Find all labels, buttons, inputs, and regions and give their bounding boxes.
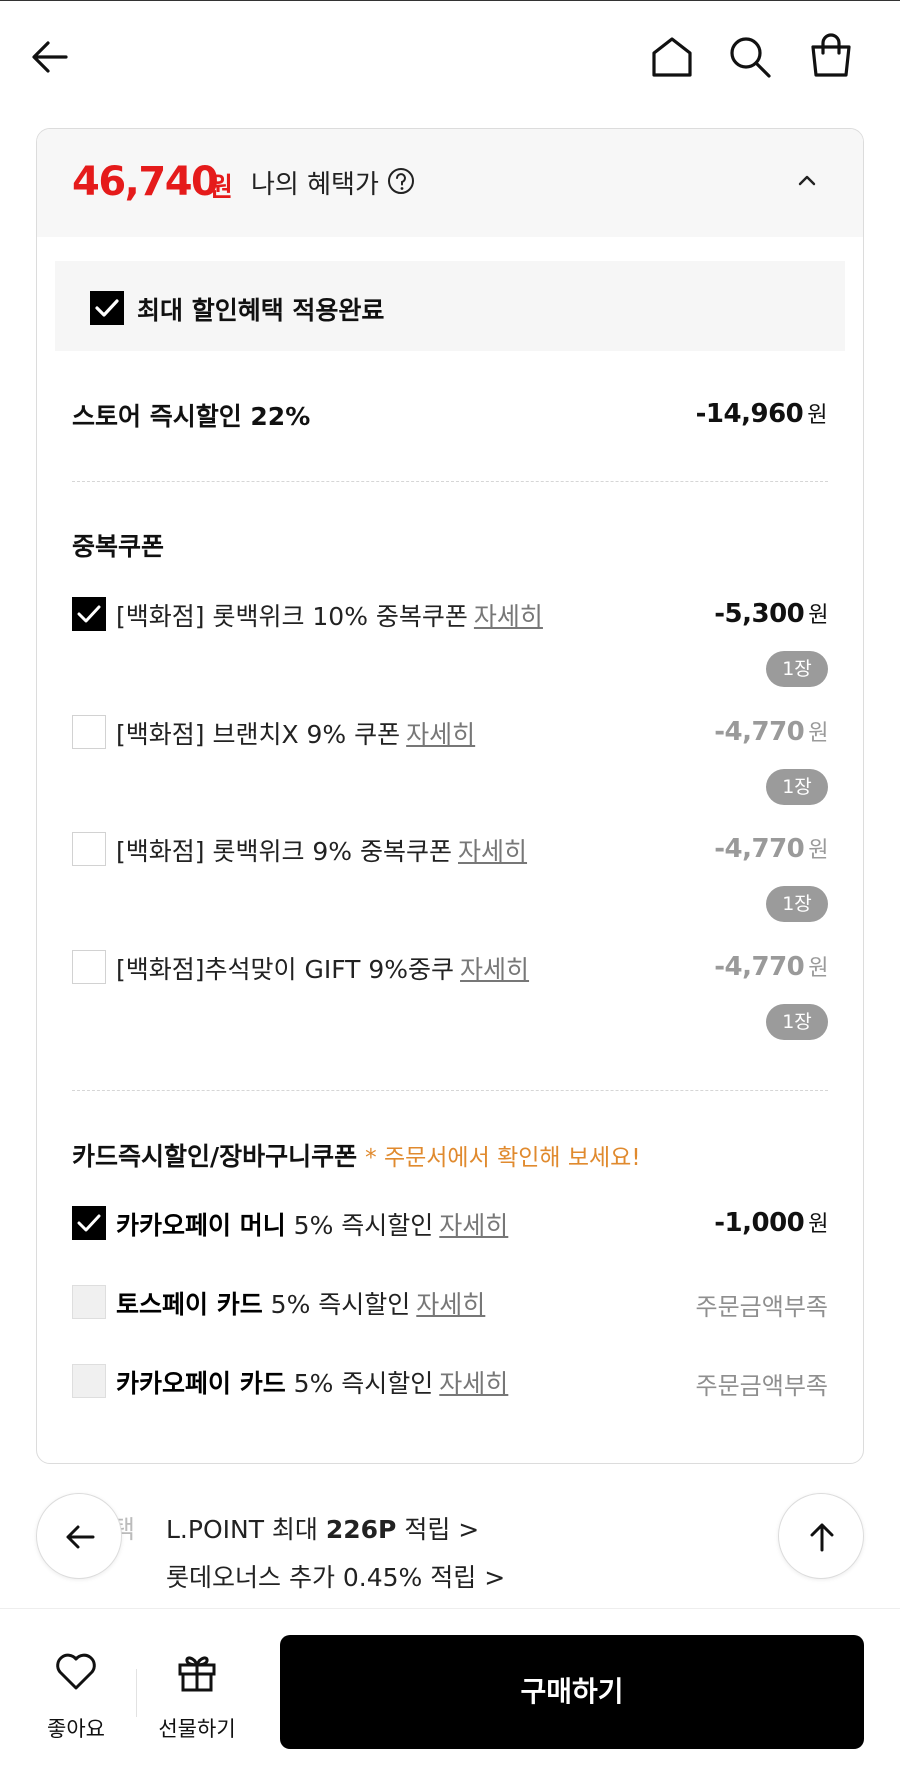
coupon-row[interactable]: [백화점] 브랜치X 9% 쿠폰 자세히 -4,770 원 1장 bbox=[72, 713, 828, 805]
gift-button[interactable]: 선물하기 bbox=[152, 1651, 242, 1751]
benefit-price-unit: 원 bbox=[209, 173, 233, 203]
lpoint-earn-link[interactable]: L.POINT 최대 226P 적립 > bbox=[166, 1510, 479, 1546]
coupon-checkbox[interactable] bbox=[72, 832, 106, 866]
card-discount-row[interactable]: 카카오페이 머니 5% 즉시할인 자세히 -1,000 원 bbox=[72, 1204, 828, 1244]
benefit-detail-card: 46,740 원 나의 혜택가 최대 할인혜택 적용완료 스토어 즉시할인 22… bbox=[36, 128, 864, 1464]
card-discount-row: 카카오페이 카드 5% 즉시할인 자세히 주문금액부족 bbox=[72, 1362, 828, 1402]
chevron-up-icon[interactable] bbox=[797, 173, 817, 187]
scroll-to-top-button[interactable] bbox=[778, 1493, 864, 1579]
coupon-count-badge: 1장 bbox=[766, 1004, 828, 1040]
coupon-amount: -4,770 원 bbox=[714, 952, 828, 982]
check-icon bbox=[77, 605, 101, 623]
coupon-name: [백화점] 롯백위크 10% 중복쿠폰 자세히 bbox=[116, 602, 543, 631]
order-check-note: * 주문서에서 확인해 보세요! bbox=[365, 1145, 641, 1171]
duplicate-coupon-title: 중복쿠폰 bbox=[72, 532, 165, 561]
bottom-action-bar: 좋아요 선물하기 구매하기 bbox=[0, 1608, 900, 1775]
coupon-amount: -4,770 원 bbox=[714, 834, 828, 864]
card-discount-title: 카드즉시할인/장바구니쿠폰 * 주문서에서 확인해 보세요! bbox=[72, 1142, 641, 1171]
coupon-row[interactable]: [백화점]추석맞이 GIFT 9%중쿠 자세히 -4,770 원 1장 bbox=[72, 948, 828, 1040]
section-divider bbox=[72, 1090, 828, 1091]
lotte-plus-earn-link[interactable]: 롯데오너스 추가 0.45% 적립 > bbox=[166, 1558, 505, 1594]
max-discount-applied-box: 최대 할인혜택 적용완료 bbox=[55, 261, 845, 351]
help-icon[interactable] bbox=[387, 167, 415, 195]
insufficient-amount-status: 주문금액부족 bbox=[695, 1293, 828, 1321]
coupon-detail-link[interactable]: 자세히 bbox=[458, 837, 527, 866]
card-discount-name: 카카오페이 머니 5% 즉시할인 자세히 bbox=[116, 1211, 509, 1240]
shopping-bag-icon[interactable] bbox=[808, 33, 854, 79]
benefit-price-label: 나의 혜택가 bbox=[251, 170, 379, 200]
coupon-row[interactable]: [백화점] 롯백위크 10% 중복쿠폰 자세히 -5,300 원 1장 bbox=[72, 595, 828, 687]
coupon-count-badge: 1장 bbox=[766, 769, 828, 805]
section-divider bbox=[72, 481, 828, 482]
benefit-price: 46,740 bbox=[72, 159, 219, 205]
card-discount-row: 토스페이 카드 5% 즉시할인 자세히 주문금액부족 bbox=[72, 1283, 828, 1323]
coupon-checkbox[interactable] bbox=[72, 950, 106, 984]
store-discount-label: 스토어 즉시할인 22% bbox=[72, 402, 311, 431]
card-discount-checkbox-disabled bbox=[72, 1364, 106, 1398]
gift-label: 선물하기 bbox=[158, 1717, 236, 1741]
home-icon[interactable] bbox=[650, 35, 694, 79]
coupon-name: [백화점] 롯백위크 9% 중복쿠폰 자세히 bbox=[116, 837, 528, 866]
card-discount-name: 토스페이 카드 5% 즉시할인 자세히 bbox=[116, 1290, 486, 1319]
coupon-amount: -5,300 원 bbox=[714, 599, 828, 629]
coupon-name: [백화점]추석맞이 GIFT 9%중쿠 자세히 bbox=[116, 955, 530, 984]
coupon-row[interactable]: [백화점] 롯백위크 9% 중복쿠폰 자세히 -4,770 원 1장 bbox=[72, 830, 828, 922]
arrow-left-icon bbox=[66, 1525, 95, 1549]
back-icon[interactable] bbox=[30, 37, 70, 77]
card-discount-name: 카카오페이 카드 5% 즉시할인 자세히 bbox=[116, 1369, 509, 1398]
card-discount-detail-link[interactable]: 자세히 bbox=[439, 1369, 508, 1398]
card-discount-checkbox-checked[interactable] bbox=[72, 1206, 106, 1240]
coupon-count-badge: 1장 bbox=[766, 651, 828, 687]
search-icon[interactable] bbox=[728, 35, 772, 79]
store-discount-amount: -14,960 원 bbox=[695, 399, 828, 429]
coupon-detail-link[interactable]: 자세히 bbox=[460, 955, 529, 984]
card-discount-amount: -1,000 원 bbox=[714, 1208, 828, 1238]
like-button[interactable]: 좋아요 bbox=[40, 1651, 112, 1751]
checkbox-checked-icon[interactable] bbox=[90, 291, 124, 325]
bottom-bar-divider bbox=[136, 1669, 137, 1717]
like-label: 좋아요 bbox=[47, 1717, 105, 1741]
heart-icon bbox=[56, 1653, 96, 1690]
top-navigation-bar bbox=[0, 0, 900, 118]
insufficient-amount-status: 주문금액부족 bbox=[695, 1372, 828, 1400]
card-discount-detail-link[interactable]: 자세히 bbox=[416, 1290, 485, 1319]
coupon-checkbox[interactable] bbox=[72, 715, 106, 749]
coupon-amount: -4,770 원 bbox=[714, 717, 828, 747]
benefit-price-header[interactable]: 46,740 원 나의 혜택가 bbox=[37, 129, 863, 237]
coupon-count-badge: 1장 bbox=[766, 886, 828, 922]
max-discount-applied-text: 최대 할인혜택 적용완료 bbox=[137, 296, 385, 325]
coupon-detail-link[interactable]: 자세히 bbox=[474, 602, 543, 631]
check-icon bbox=[77, 1214, 101, 1232]
coupon-detail-link[interactable]: 자세히 bbox=[406, 720, 475, 749]
card-discount-checkbox-disabled bbox=[72, 1285, 106, 1319]
coupon-name: [백화점] 브랜치X 9% 쿠폰 자세히 bbox=[116, 720, 476, 749]
buy-button[interactable]: 구매하기 bbox=[280, 1635, 864, 1749]
coupon-checkbox-checked[interactable] bbox=[72, 597, 106, 631]
gift-icon bbox=[178, 1656, 216, 1692]
arrow-up-icon bbox=[810, 1523, 834, 1552]
product-benefit-page: 46,740 원 나의 혜택가 최대 할인혜택 적용완료 스토어 즉시할인 22… bbox=[0, 0, 900, 1775]
card-discount-detail-link[interactable]: 자세히 bbox=[439, 1211, 508, 1240]
floating-back-button[interactable] bbox=[36, 1493, 122, 1579]
